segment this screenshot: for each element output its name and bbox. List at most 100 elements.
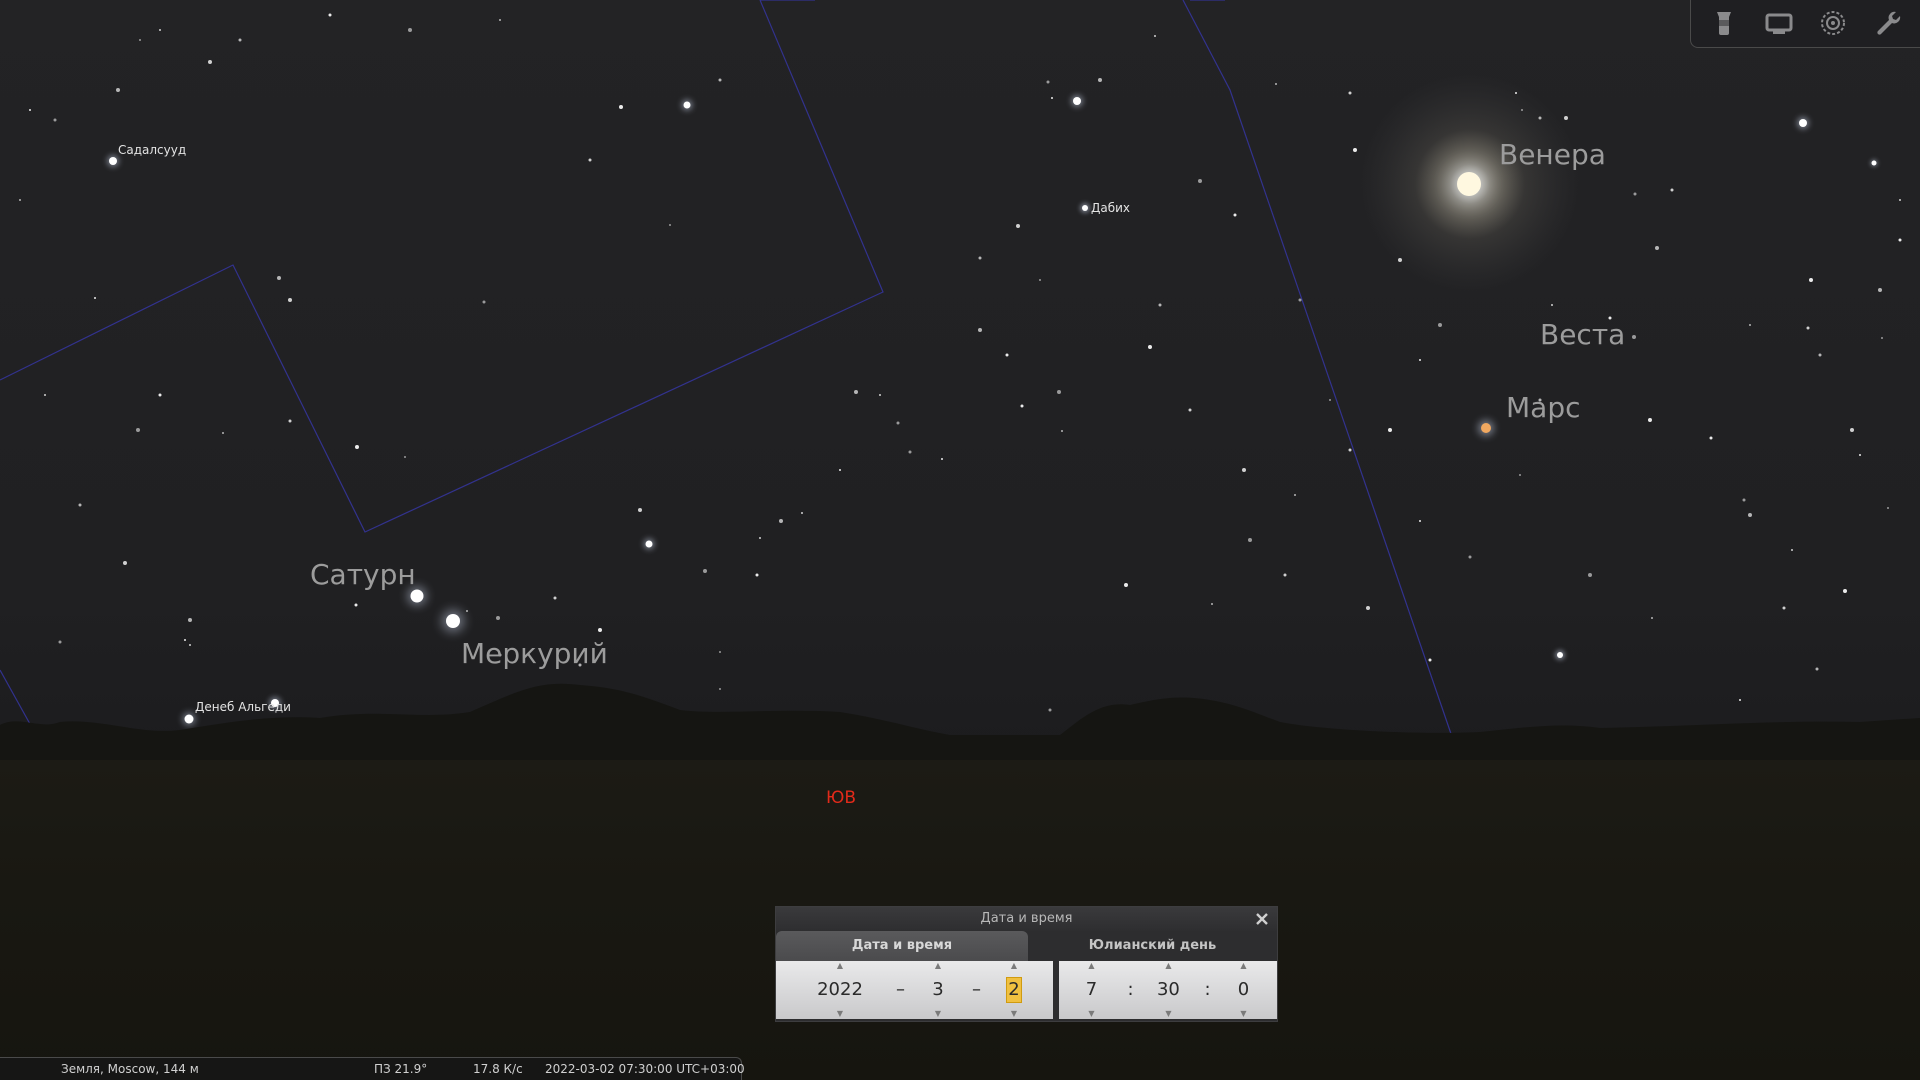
faint-star bbox=[941, 458, 943, 460]
faint-star bbox=[1353, 148, 1357, 152]
month-down-arrow-icon[interactable]: ▼ bbox=[935, 1009, 941, 1019]
tab-date-time[interactable]: Дата и время bbox=[776, 931, 1028, 961]
faint-star bbox=[277, 276, 281, 280]
star[interactable] bbox=[683, 101, 691, 109]
star[interactable] bbox=[1871, 160, 1877, 166]
dialog-body: ▲ 2022 ▼ – ▲ 3 ▼ – ▲ 2 ▼ ▲ 7 ▼: ▲ 30 ▼ … bbox=[776, 961, 1277, 1021]
faint-star bbox=[188, 618, 192, 622]
star-label-dabih[interactable]: Дабих bbox=[1091, 201, 1130, 215]
faint-star bbox=[116, 88, 120, 92]
star[interactable] bbox=[1799, 119, 1807, 127]
faint-star bbox=[588, 158, 592, 162]
faint-star bbox=[53, 118, 57, 122]
star[interactable] bbox=[1082, 205, 1088, 211]
planet-label-vesta[interactable]: Веста bbox=[1540, 318, 1625, 351]
faint-star bbox=[638, 508, 642, 512]
faint-star bbox=[908, 450, 912, 454]
faint-star bbox=[1419, 520, 1421, 522]
faint-star bbox=[553, 596, 557, 600]
hour-value[interactable]: 7 bbox=[1084, 978, 1098, 1002]
faint-star bbox=[1468, 555, 1472, 559]
time-fields: ▲ 7 ▼ : ▲ 30 ▼ : ▲ 0 ▼ bbox=[1059, 961, 1277, 1019]
venus[interactable] bbox=[1457, 172, 1481, 196]
day-up-arrow-icon[interactable]: ▲ bbox=[1011, 961, 1017, 971]
faint-star bbox=[1051, 97, 1053, 99]
saturn[interactable] bbox=[410, 589, 424, 603]
faint-star bbox=[354, 603, 358, 607]
sky-view[interactable]: Садалсууд Дабих Денеб Альгеди Венера Вес… bbox=[0, 0, 1920, 1080]
dialog-titlebar[interactable]: Дата и время bbox=[776, 907, 1277, 931]
minute-value[interactable]: 30 bbox=[1157, 978, 1180, 1002]
hour-spinbox[interactable]: ▲ 7 ▼ bbox=[1081, 961, 1101, 1019]
minute-up-arrow-icon[interactable]: ▲ bbox=[1165, 961, 1171, 971]
planet-label-mars[interactable]: Марс bbox=[1506, 391, 1580, 424]
planet-label-venus[interactable]: Венера bbox=[1499, 138, 1606, 171]
faint-star bbox=[755, 573, 759, 577]
star[interactable] bbox=[1557, 652, 1563, 658]
minute-spinbox[interactable]: ▲ 30 ▼ bbox=[1152, 961, 1184, 1019]
hour-up-arrow-icon[interactable]: ▲ bbox=[1088, 961, 1094, 971]
year-down-arrow-icon[interactable]: ▼ bbox=[837, 1009, 843, 1019]
dabih-star[interactable] bbox=[1073, 97, 1081, 105]
second-value[interactable]: 0 bbox=[1236, 978, 1250, 1002]
mercury[interactable] bbox=[446, 614, 460, 628]
faint-star bbox=[19, 199, 21, 201]
faint-star bbox=[978, 328, 982, 332]
faint-star bbox=[1806, 326, 1810, 330]
planet-label-mercury[interactable]: Меркурий bbox=[461, 637, 608, 670]
faint-star bbox=[238, 38, 242, 42]
day-down-arrow-icon[interactable]: ▼ bbox=[1011, 1009, 1017, 1019]
faint-star bbox=[718, 78, 722, 82]
faint-star bbox=[1148, 345, 1152, 349]
faint-star bbox=[1283, 573, 1287, 577]
second-down-arrow-icon[interactable]: ▼ bbox=[1240, 1009, 1246, 1019]
tab-julian-day[interactable]: Юлианский день bbox=[1028, 931, 1277, 961]
faint-star bbox=[1742, 498, 1746, 502]
faint-star bbox=[1651, 617, 1653, 619]
planet-label-saturn[interactable]: Сатурн bbox=[310, 558, 416, 591]
star[interactable] bbox=[645, 540, 653, 548]
faint-star bbox=[896, 421, 900, 425]
hour-down-arrow-icon[interactable]: ▼ bbox=[1088, 1009, 1094, 1019]
faint-star bbox=[1388, 428, 1392, 432]
faint-star bbox=[1564, 116, 1568, 120]
mars[interactable] bbox=[1481, 423, 1491, 433]
minute-down-arrow-icon[interactable]: ▼ bbox=[1165, 1009, 1171, 1019]
lantern-icon[interactable] bbox=[1705, 4, 1743, 42]
datetime-dialog: Дата и время Дата и время Юлианский день… bbox=[775, 906, 1278, 1022]
faint-star bbox=[1348, 448, 1352, 452]
faint-star bbox=[288, 298, 292, 302]
faint-star bbox=[1419, 359, 1421, 361]
faint-star bbox=[879, 394, 881, 396]
month-value[interactable]: 3 bbox=[931, 978, 945, 1002]
year-up-arrow-icon[interactable]: ▲ bbox=[837, 961, 843, 971]
month-up-arrow-icon[interactable]: ▲ bbox=[935, 961, 941, 971]
year-value[interactable]: 2022 bbox=[817, 978, 863, 1002]
day-value[interactable]: 2 bbox=[1006, 977, 1022, 1003]
faint-star bbox=[404, 456, 406, 458]
sadalsuud-star[interactable] bbox=[109, 157, 117, 165]
faint-star bbox=[978, 256, 982, 260]
month-spinbox[interactable]: ▲ 3 ▼ bbox=[928, 961, 948, 1019]
faint-star bbox=[759, 537, 761, 539]
faint-star bbox=[1061, 430, 1063, 432]
faint-star bbox=[499, 19, 501, 21]
faint-star bbox=[1005, 353, 1009, 357]
star-label-deneb-algedi[interactable]: Денеб Альгеди bbox=[195, 700, 291, 714]
close-icon[interactable] bbox=[1253, 910, 1271, 928]
year-spinbox[interactable]: ▲ 2022 ▼ bbox=[812, 961, 868, 1019]
status-bar: Земля, Moscow, 144 м ПЗ 21.9° 17.8 К/с 2… bbox=[0, 1057, 745, 1080]
second-spinbox[interactable]: ▲ 0 ▼ bbox=[1233, 961, 1253, 1019]
day-spinbox[interactable]: ▲ 2 ▼ bbox=[1004, 961, 1024, 1019]
second-up-arrow-icon[interactable]: ▲ bbox=[1240, 961, 1246, 971]
faint-star bbox=[1655, 246, 1659, 250]
faint-star bbox=[1881, 337, 1883, 339]
star-label-sadalsuud[interactable]: Садалсууд bbox=[118, 143, 186, 157]
status-location[interactable]: Земля, Moscow, 144 м bbox=[61, 1062, 199, 1076]
faint-star bbox=[159, 29, 161, 31]
faint-star bbox=[1843, 589, 1847, 593]
status-datetime[interactable]: 2022-03-02 07:30:00 UTC+03:00 bbox=[545, 1062, 745, 1076]
target-icon[interactable] bbox=[1814, 4, 1852, 42]
screen-icon[interactable] bbox=[1760, 4, 1798, 42]
wrench-icon[interactable] bbox=[1869, 4, 1907, 42]
